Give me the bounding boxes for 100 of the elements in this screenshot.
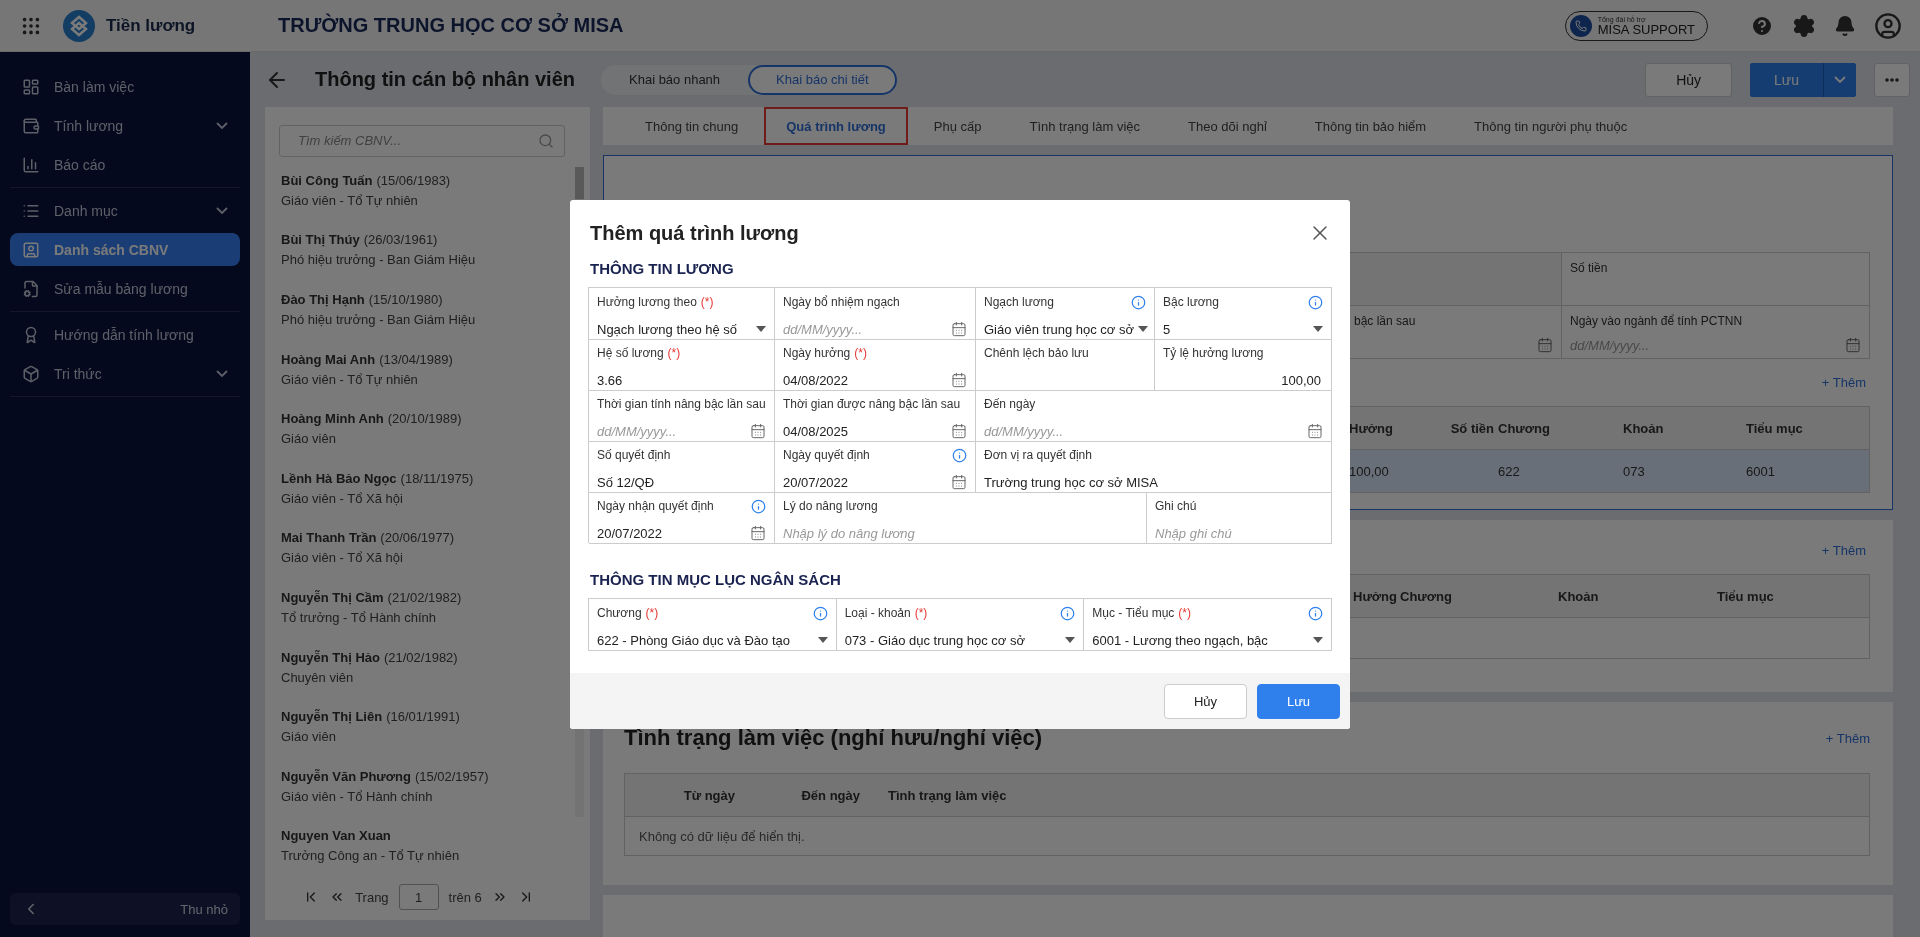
tab[interactable]: Phụ cấp <box>911 107 1004 145</box>
field-label: Ngày bổ nhiệm ngạch <box>783 295 900 309</box>
date-field[interactable]: 04/08/2025 <box>783 421 967 441</box>
sidebar-item[interactable]: Hướng dẫn tính lương <box>10 318 240 351</box>
cancel-button[interactable]: Hủy <box>1645 62 1733 97</box>
text-field[interactable]: 3.66 <box>597 370 766 390</box>
cancel-button[interactable]: Hủy <box>1164 683 1247 719</box>
dropdown-field[interactable]: 5 <box>1163 319 1323 339</box>
date-field[interactable]: dd/MM/yyyy... <box>783 319 967 339</box>
text-field[interactable]: Nhập lý do nâng lương <box>783 523 1138 543</box>
employee-name[interactable]: Mai Thanh Trần <box>281 530 377 546</box>
employee-name[interactable]: Nguyễn Thị Cầm <box>281 590 384 606</box>
logo-icon <box>62 8 96 43</box>
save-button[interactable]: Lưu <box>1257 683 1340 719</box>
employee-birthdate: (15/06/1983) <box>376 172 451 188</box>
field-label: Ghi chú <box>1155 499 1197 513</box>
settings-icon[interactable] <box>1792 13 1816 38</box>
add-link[interactable]: + Thêm <box>1821 543 1866 558</box>
tab[interactable]: Theo dõi nghỉ <box>1166 107 1289 145</box>
calendar-icon[interactable] <box>1307 423 1323 439</box>
employee-name[interactable]: Nguyễn Văn Phương <box>281 768 411 784</box>
tab[interactable]: Tình trạng làm việc <box>1007 107 1163 145</box>
dropdown-field[interactable]: Giáo viên trung học cơ sở <box>984 319 1146 339</box>
dropdown-field[interactable]: 622 - Phòng Giáo dục và Đào tạo <box>597 630 828 650</box>
employee-name[interactable]: Hoàng Minh Anh <box>281 411 384 427</box>
employee-birthdate: (16/01/1991) <box>386 709 460 725</box>
info-icon[interactable] <box>751 498 766 514</box>
employee-name[interactable]: Nguyễn Thị Liên <box>281 709 383 725</box>
dropdown-field[interactable]: 073 - Giáo dục trung học cơ sở <box>844 630 1076 650</box>
calendar-icon[interactable] <box>951 372 967 388</box>
employee-name[interactable]: Nguyen Van Xuan <box>281 828 391 844</box>
tab[interactable]: Thông tin chung <box>623 107 761 145</box>
more-button[interactable] <box>1874 62 1910 97</box>
employee-role: Giáo viên - Tổ Tự nhiên <box>281 371 419 387</box>
info-icon[interactable] <box>1308 294 1323 310</box>
info-icon[interactable] <box>952 447 967 463</box>
add-link[interactable]: + Thêm <box>1821 375 1866 390</box>
sidebar-item[interactable]: Báo cáo <box>10 148 240 181</box>
employee-name[interactable]: Bùi Thị Thúy <box>281 232 360 248</box>
column-header: Chương <box>1400 587 1453 606</box>
number-field[interactable]: 100,00 <box>1163 370 1323 390</box>
calendar-icon[interactable] <box>750 423 766 439</box>
phone-icon <box>1569 14 1592 37</box>
date-field[interactable]: 20/07/2022 <box>783 472 967 492</box>
search-field[interactable]: Tìm kiếm CBNV... <box>279 125 565 157</box>
section-title: Tình trạng làm việc (nghỉ hưu/nghỉ việc) <box>624 725 1043 751</box>
employee-name[interactable]: Lềnh Hà Bảo Ngọc <box>281 470 397 486</box>
field-label: Ngạch lương <box>984 295 1054 309</box>
dropdown-field[interactable]: Ngạch lương theo hệ số <box>597 319 766 339</box>
field-label: Bậc lương <box>1163 295 1219 309</box>
date-field[interactable]: 04/08/2022 <box>783 370 967 390</box>
add-link[interactable]: + Thêm <box>1825 730 1870 746</box>
text-field[interactable]: Trường trung học cơ sở MISA <box>984 472 1323 492</box>
info-icon[interactable] <box>1308 605 1323 621</box>
bell-icon[interactable] <box>1834 14 1856 37</box>
employee-name[interactable]: Đào Thị Hạnh <box>281 292 365 308</box>
info-icon[interactable] <box>1060 605 1076 621</box>
mode-toggle[interactable]: Khai báo chi tiết <box>748 64 897 95</box>
save-button[interactable]: Lưu <box>1750 62 1824 97</box>
user-avatar-icon[interactable] <box>1874 11 1902 40</box>
column-header: Số tiền <box>1449 419 1495 438</box>
calendar-icon[interactable] <box>750 525 766 541</box>
chevron-down-icon <box>216 122 228 129</box>
employee-name[interactable]: Hoàng Mai Anh <box>281 351 376 367</box>
sidebar-item[interactable]: Tri thức <box>10 357 240 390</box>
text-field[interactable]: Số 12/QĐ <box>597 472 766 492</box>
sidebar-item[interactable]: Danh mục <box>10 194 240 227</box>
field-label: Ngày vào ngành để tính PCTNN <box>1570 314 1744 328</box>
dialog-title: Thêm quá trình lương <box>590 221 799 245</box>
date-field[interactable]: dd/MM/yyyy... <box>984 421 1323 441</box>
sidebar-item[interactable]: Tính lương <box>10 109 240 142</box>
employee-name[interactable]: Bùi Công Tuấn <box>281 172 373 188</box>
dropdown-field[interactable]: 6001 - Lương theo ngạch, bậc <box>1092 630 1323 650</box>
calendar-icon[interactable] <box>1537 337 1553 353</box>
employee-role: Chuyên viên <box>281 669 355 685</box>
info-icon[interactable] <box>812 605 828 621</box>
page-number-field[interactable]: 1 <box>398 884 439 910</box>
page-title: Thông tin cán bộ nhân viên <box>315 68 575 91</box>
caret-icon <box>817 637 828 643</box>
tab[interactable]: Thông tin người phụ thuộc <box>1452 107 1650 145</box>
calendar-icon[interactable] <box>1845 337 1861 353</box>
date-field[interactable]: 20/07/2022 <box>597 523 766 543</box>
tab[interactable]: Quá trình lương <box>764 107 908 145</box>
employee-name[interactable]: Nguyễn Thị Hảo <box>281 649 380 665</box>
column-header: Khoản <box>1623 419 1665 438</box>
date-field[interactable]: dd/MM/yyyy... <box>597 421 766 441</box>
chevron-down-icon <box>1834 76 1846 83</box>
mode-toggle[interactable]: Khai báo nhanh <box>601 64 749 95</box>
sidebar-item[interactable]: Sửa mẫu bảng lương <box>10 272 240 305</box>
info-icon[interactable] <box>1131 294 1146 310</box>
employee-birthdate: (18/11/1975) <box>400 470 474 486</box>
calendar-icon[interactable] <box>951 474 967 490</box>
sidebar-item[interactable]: Danh sách CBNV <box>10 233 240 266</box>
column-header: Chương <box>1498 419 1551 438</box>
collapse-button[interactable]: Thu nhỏ <box>10 893 240 925</box>
tab[interactable]: Thông tin bảo hiểm <box>1292 107 1449 145</box>
text-field[interactable]: Nhập ghi chú <box>1155 523 1323 543</box>
sidebar-item[interactable]: Bàn làm việc <box>10 70 240 103</box>
calendar-icon[interactable] <box>951 423 967 439</box>
calendar-icon[interactable] <box>951 321 967 337</box>
